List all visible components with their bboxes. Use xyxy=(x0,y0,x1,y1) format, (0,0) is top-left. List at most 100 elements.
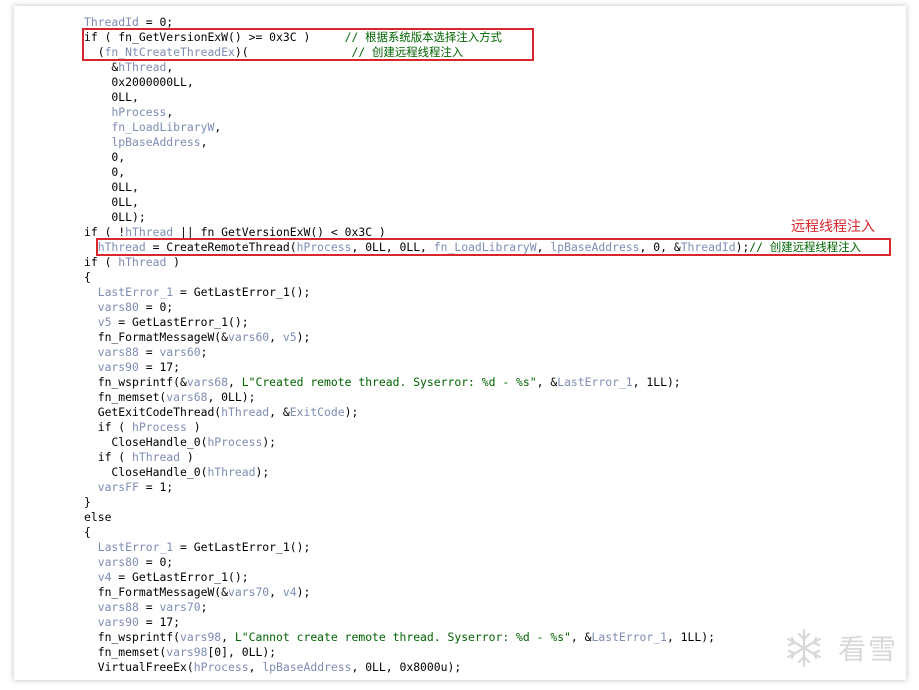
code-token: ThreadId xyxy=(84,15,139,29)
code-line: fn_wsprintf(&vars68, L"Created remote th… xyxy=(84,375,681,390)
code-line: { xyxy=(84,525,91,540)
code-line: if ( hThread ) xyxy=(84,450,194,465)
screenshot-canvas: ThreadId = 0; if ( fn_GetVersionExW() >= … xyxy=(0,0,919,690)
code-token: , 0LL, 0x8000u); xyxy=(351,660,462,674)
code-line: vars80 = 0; xyxy=(84,555,173,570)
code-token: = 1; xyxy=(138,480,174,494)
code-line: if ( hProcess ) xyxy=(84,420,201,435)
code-line: 0LL, xyxy=(84,90,139,105)
code-token: hProcess xyxy=(132,420,187,434)
code-token: else xyxy=(84,510,112,524)
code-token: LastError_1 xyxy=(97,285,174,299)
code-token: = GetLastError_1(); xyxy=(173,285,311,299)
code-line: 0x2000000LL, xyxy=(84,75,194,90)
code-token: v4 xyxy=(282,585,297,599)
code-token: vars88 xyxy=(97,345,139,359)
code-token: fn_memset( xyxy=(84,645,167,659)
code-token: vars88 xyxy=(97,600,139,614)
code-token: } xyxy=(84,495,91,509)
code-token: fn_wsprintf(& xyxy=(84,375,187,389)
code-token: L"Cannot create remote thread. Syserror:… xyxy=(234,630,571,644)
code-line: 0LL); xyxy=(84,210,145,225)
code-token: , xyxy=(166,105,174,119)
watermark-text: 看雪 xyxy=(838,633,899,666)
code-token: ; xyxy=(200,345,208,359)
code-line: CloseHandle_0(hProcess); xyxy=(84,435,276,450)
code-token: vars90 xyxy=(97,615,139,629)
code-token: fn_FormatMessageW(& xyxy=(84,330,229,344)
code-line: v5 = GetLastError_1(); xyxy=(84,315,249,330)
code-token: ) xyxy=(180,450,194,464)
code-token: lpBaseAddress xyxy=(111,135,201,149)
code-token: CloseHandle_0( xyxy=(84,465,208,479)
code-token: 0, xyxy=(84,150,126,164)
code-token: ); xyxy=(296,585,311,599)
highlight-box-version-check xyxy=(82,28,534,61)
code-line: fn_LoadLibraryW, xyxy=(84,120,221,135)
code-line: hProcess, xyxy=(84,105,173,120)
code-token: 0LL, xyxy=(84,180,139,194)
code-token: = 0; xyxy=(138,15,174,29)
code-token: , xyxy=(166,60,174,74)
code-line: vars80 = 0; xyxy=(84,300,173,315)
code-line: else xyxy=(84,510,111,525)
code-token: ) xyxy=(166,255,181,269)
code-token: ; xyxy=(200,600,208,614)
code-line: 0LL, xyxy=(84,195,139,210)
code-token: ); xyxy=(262,435,277,449)
code-token: ExitCode xyxy=(289,405,345,419)
code-token: , 0LL); xyxy=(207,390,256,404)
code-token: vars98 xyxy=(166,645,208,659)
code-token: , xyxy=(214,120,222,134)
code-token: = 17; xyxy=(138,615,181,629)
code-line: VirtualFreeEx(hProcess, lpBaseAddress, 0… xyxy=(84,660,462,675)
code-line: vars90 = 17; xyxy=(84,360,180,375)
code-token: if ( xyxy=(84,420,133,434)
code-token: , xyxy=(200,135,208,149)
code-token: vars80 xyxy=(97,555,139,569)
code-token: 0LL, xyxy=(84,90,139,104)
code-token: = GetLastError_1(); xyxy=(111,570,249,584)
code-token: = 17; xyxy=(138,360,181,374)
code-token: hThread xyxy=(132,450,181,464)
code-token: { xyxy=(84,270,91,284)
code-token: L"Created remote thread. Syserror: %d - … xyxy=(241,375,537,389)
watermark: 看雪 xyxy=(782,626,906,670)
snowflake-icon xyxy=(787,628,821,668)
code-token: CloseHandle_0( xyxy=(84,435,208,449)
code-token: hThread xyxy=(125,225,174,239)
code-token: vars60 xyxy=(159,345,201,359)
code-token: , & xyxy=(269,405,290,419)
code-token: ); xyxy=(344,405,359,419)
code-line: varsFF = 1; xyxy=(84,480,173,495)
code-line: LastError_1 = GetLastError_1(); xyxy=(84,285,311,300)
code-token: 0, xyxy=(84,165,126,179)
code-line: lpBaseAddress, xyxy=(84,135,207,150)
code-token: if ( xyxy=(84,255,119,269)
code-token: ) xyxy=(186,420,201,434)
code-token: , 1LL); xyxy=(632,375,681,389)
code-token: 0LL, xyxy=(84,195,139,209)
code-token: , xyxy=(228,375,242,389)
code-line: fn_memset(vars68, 0LL); xyxy=(84,390,256,405)
code-line: &hThread, xyxy=(84,60,173,75)
code-token: GetExitCodeThread( xyxy=(84,405,222,419)
code-token: hProcess xyxy=(111,105,167,119)
code-token: 0x2000000LL, xyxy=(84,75,194,89)
code-token: fn_LoadLibraryW xyxy=(111,120,215,134)
code-line: vars90 = 17; xyxy=(84,615,180,630)
code-viewer-panel: ThreadId = 0; if ( fn_GetVersionExW() >= … xyxy=(14,6,906,680)
code-token: , & xyxy=(536,375,558,389)
code-line: fn_memset(vars98[0], 0LL); xyxy=(84,645,276,660)
code-token: , & xyxy=(570,630,592,644)
